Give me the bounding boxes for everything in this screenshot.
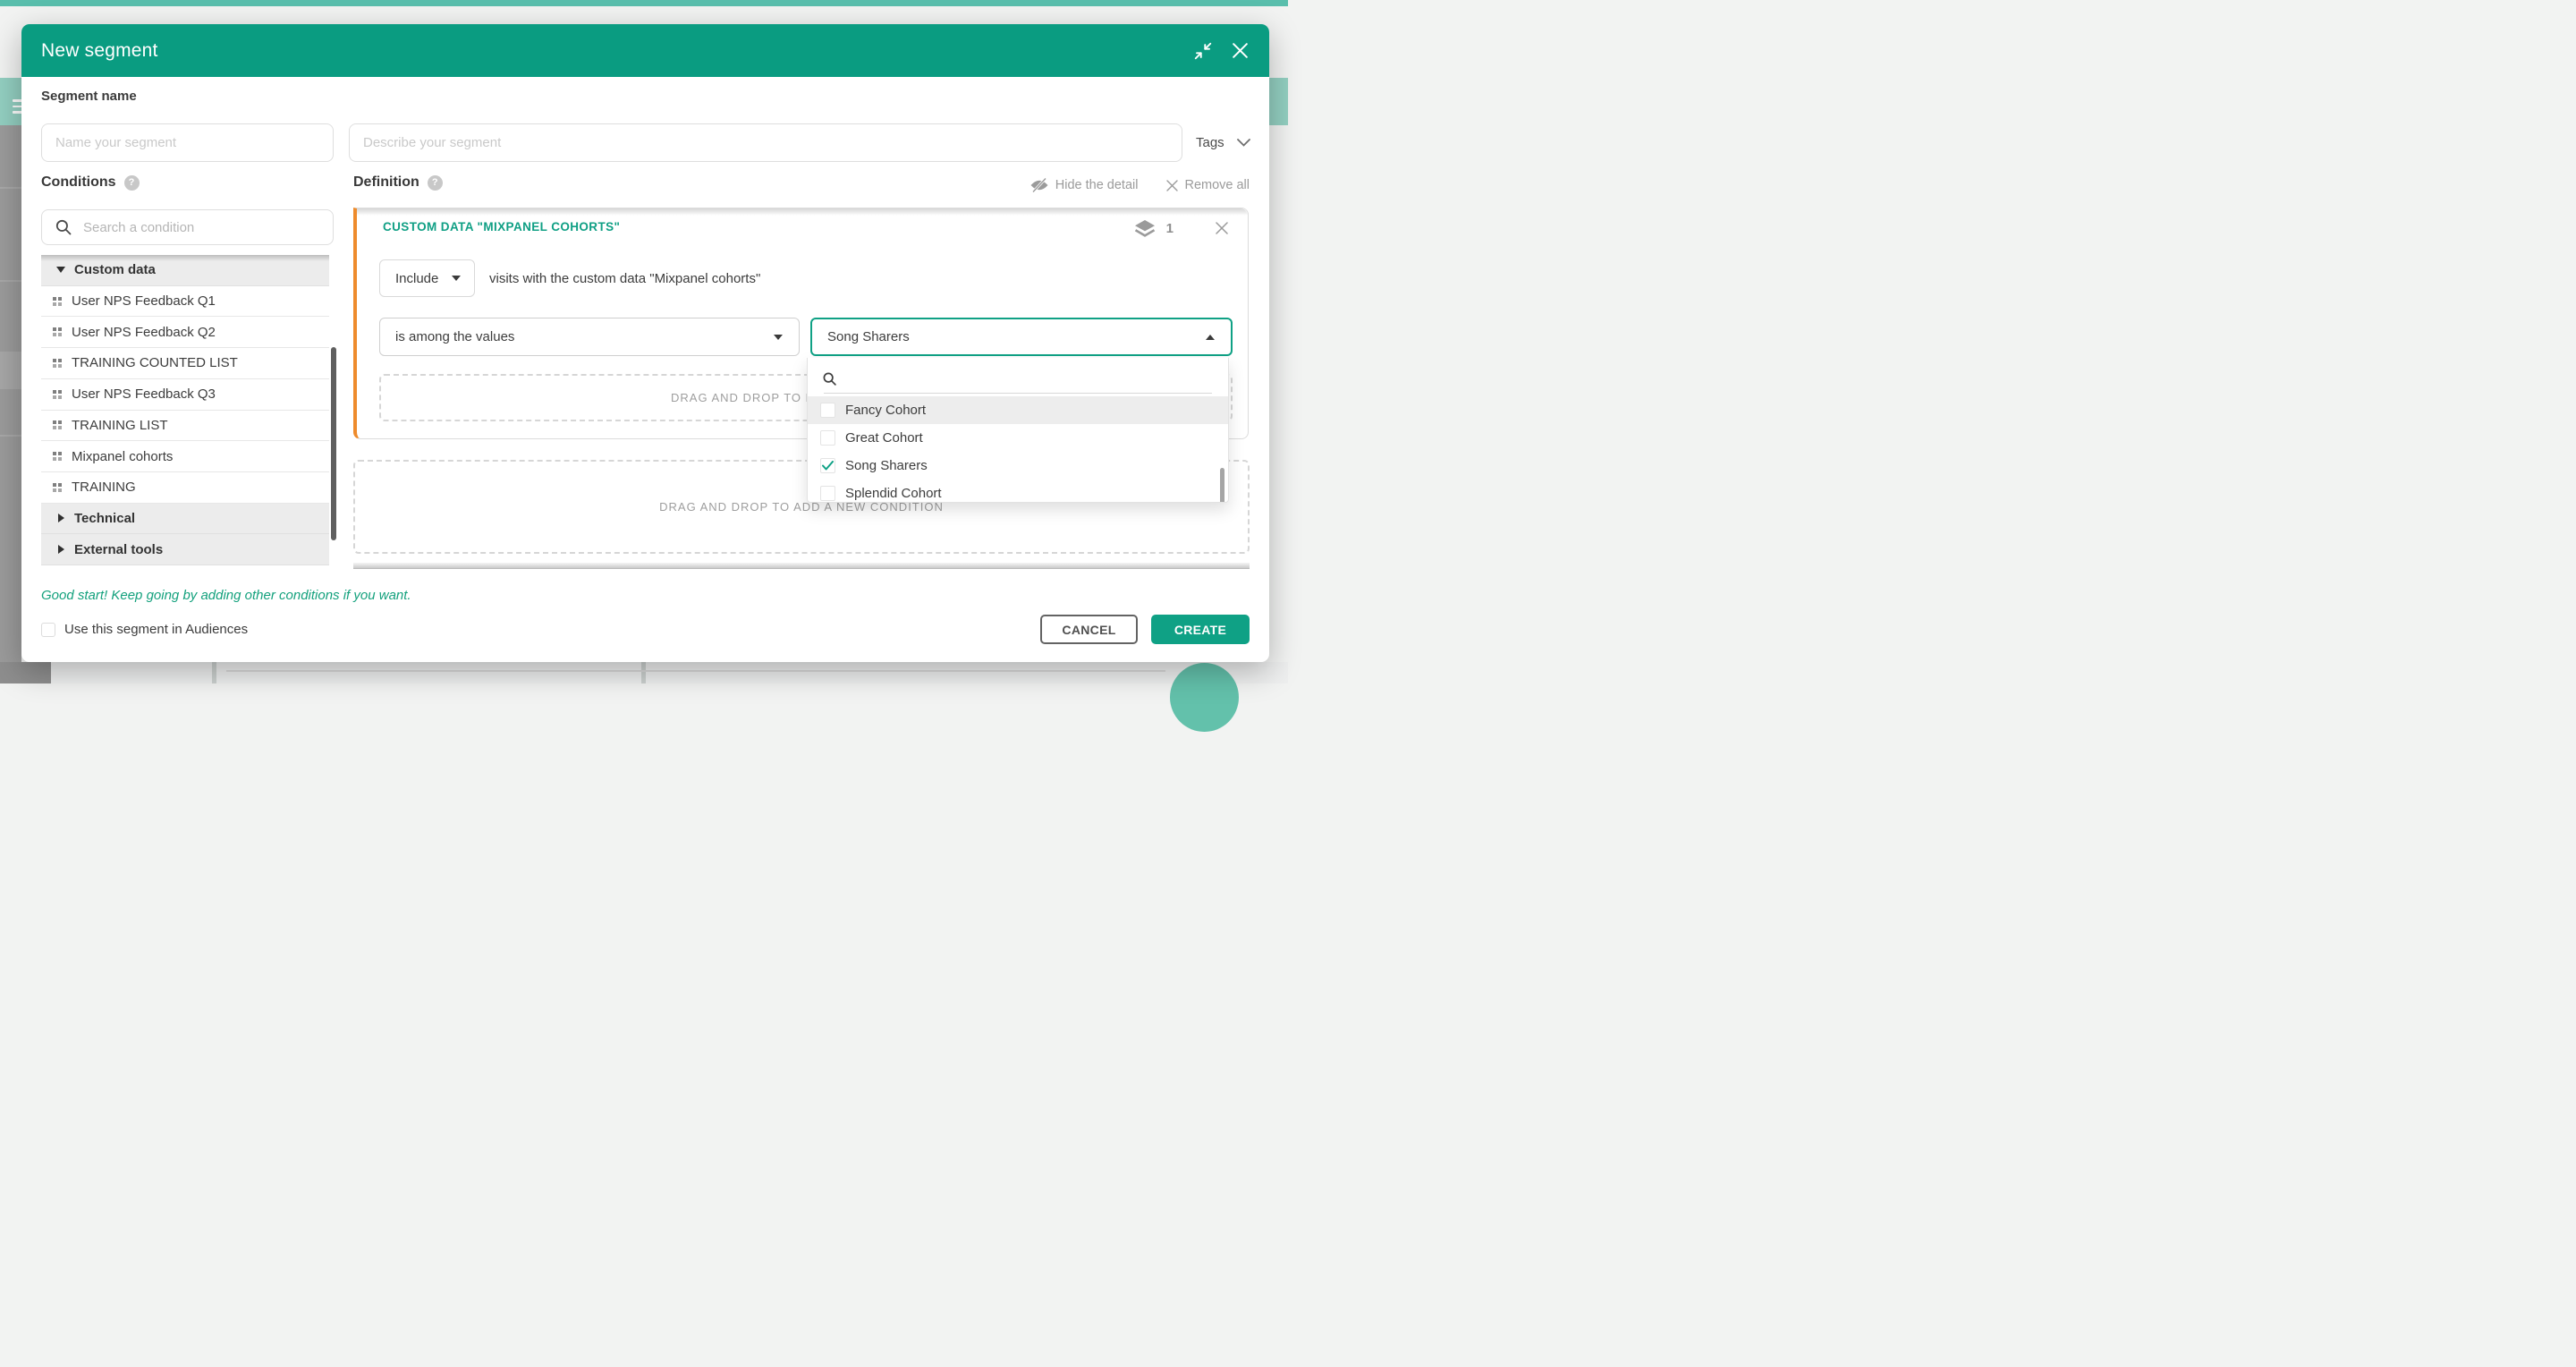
dropdown-option[interactable]: Great Cohort <box>808 424 1228 452</box>
dropdown-search-input[interactable] <box>846 370 1207 386</box>
condition-item[interactable]: TRAINING COUNTED LIST <box>41 348 329 379</box>
help-fab-button[interactable] <box>1170 663 1239 732</box>
new-segment-modal: New segment Segment name Tags Conditions <box>21 24 1269 662</box>
segment-name-input[interactable] <box>41 123 334 162</box>
page-sidebar <box>0 125 21 684</box>
triangle-right-icon <box>55 545 66 554</box>
condition-item[interactable]: Mixpanel cohorts <box>41 441 329 472</box>
layers-icon <box>1134 219 1156 237</box>
drag-handle-icon[interactable] <box>53 359 62 368</box>
drag-handle-icon[interactable] <box>53 420 62 429</box>
checkbox-unchecked-icon[interactable] <box>41 623 55 637</box>
conditions-heading: Conditions <box>41 174 116 191</box>
condition-sentence: visits with the custom data "Mixpanel co… <box>489 259 760 297</box>
definition-heading-row: Definition ? <box>353 174 443 191</box>
caret-down-icon <box>452 276 461 281</box>
remove-all-x-icon[interactable] <box>1166 180 1178 191</box>
dropdown-scrollbar[interactable] <box>1220 468 1224 503</box>
search-icon <box>822 371 837 386</box>
remove-condition-icon[interactable] <box>1215 221 1229 235</box>
values-dropdown-panel: Fancy Cohort Great Cohort Song Sharers S… <box>807 358 1229 503</box>
page-top-bar <box>0 0 1288 6</box>
condition-list-scrollbar[interactable] <box>331 347 336 540</box>
audiences-checkbox-row[interactable]: Use this segment in Audiences <box>41 622 248 637</box>
hint-text: Good start! Keep going by adding other c… <box>41 588 411 603</box>
condition-search-box <box>41 209 334 245</box>
values-select[interactable]: Song Sharers <box>810 318 1233 356</box>
create-button[interactable]: CREATE <box>1151 615 1250 644</box>
sidebar-divider <box>0 187 21 189</box>
definition-horizontal-scrollbar[interactable] <box>353 563 1250 569</box>
help-icon[interactable]: ? <box>428 175 443 191</box>
definition-heading: Definition <box>353 174 419 191</box>
checkbox-unchecked-icon[interactable] <box>820 486 835 501</box>
condition-item[interactable]: User NPS Feedback Q3 <box>41 379 329 411</box>
dropdown-search-box <box>822 367 1207 390</box>
dropdown-option[interactable]: Fancy Cohort <box>808 396 1228 424</box>
close-icon[interactable] <box>1231 41 1250 60</box>
condition-list: Custom data User NPS Feedback Q1 User NP… <box>41 255 329 565</box>
drag-handle-icon[interactable] <box>53 390 62 399</box>
dropdown-divider <box>824 393 1212 394</box>
include-dropdown[interactable]: Include <box>379 259 475 297</box>
screen: { "colors": { "accent_teal": "#0a9c81", … <box>0 0 1288 684</box>
condition-item[interactable]: TRAINING <box>41 472 329 504</box>
dropdown-option[interactable]: Song Sharers <box>808 452 1228 480</box>
checkbox-checked-icon[interactable] <box>820 458 835 473</box>
condition-group-technical[interactable]: Technical <box>41 504 329 535</box>
modal-header: New segment <box>21 24 1269 77</box>
caret-up-icon <box>1206 335 1215 340</box>
triangle-right-icon <box>55 514 66 522</box>
checkbox-unchecked-icon[interactable] <box>820 403 835 418</box>
segment-name-label: Segment name <box>41 89 137 104</box>
search-icon <box>55 218 72 236</box>
drag-handle-icon[interactable] <box>53 327 62 336</box>
modal-title: New segment <box>41 24 158 77</box>
help-icon[interactable]: ? <box>124 175 140 191</box>
card-scroll-shadow <box>357 208 1248 216</box>
sidebar-selected-item <box>0 352 21 389</box>
tags-dropdown[interactable]: Tags <box>1196 123 1250 162</box>
condition-item[interactable]: User NPS Feedback Q1 <box>41 286 329 318</box>
minimize-icon[interactable] <box>1193 41 1213 61</box>
caret-down-icon <box>774 335 783 340</box>
page-panel-line <box>226 670 1165 672</box>
sidebar-divider <box>0 280 21 282</box>
checkbox-unchecked-icon[interactable] <box>820 430 835 446</box>
audiences-label: Use this segment in Audiences <box>64 622 248 637</box>
include-label: Include <box>395 271 438 286</box>
drag-handle-icon[interactable] <box>53 483 62 492</box>
hide-detail-eye-icon[interactable] <box>1030 178 1049 192</box>
page-panel-divider <box>641 662 646 684</box>
conditions-heading-row: Conditions ? <box>41 174 140 191</box>
dropdown-option[interactable]: Splendid Cohort <box>808 480 1228 503</box>
segment-description-input[interactable] <box>349 123 1182 162</box>
drag-handle-icon[interactable] <box>53 297 62 306</box>
operator-select[interactable]: is among the values <box>379 318 800 356</box>
cancel-button[interactable]: CANCEL <box>1040 615 1138 644</box>
condition-item[interactable]: TRAINING LIST <box>41 411 329 442</box>
triangle-down-icon <box>55 267 66 273</box>
condition-group-custom-data[interactable]: Custom data <box>41 255 329 286</box>
drag-handle-icon[interactable] <box>53 452 62 461</box>
condition-item[interactable]: User NPS Feedback Q2 <box>41 317 329 348</box>
layer-count: 1 <box>1166 221 1174 236</box>
page-panel-divider <box>212 662 216 684</box>
sidebar-divider <box>0 435 21 437</box>
hide-detail-label[interactable]: Hide the detail <box>1055 178 1139 192</box>
condition-card-title: CUSTOM DATA "MIXPANEL COHORTS" <box>383 220 620 233</box>
condition-search-input[interactable] <box>81 219 333 236</box>
remove-all-label[interactable]: Remove all <box>1184 178 1250 192</box>
condition-group-external-tools[interactable]: External tools <box>41 534 329 565</box>
tags-label: Tags <box>1196 135 1224 150</box>
page-sidebar-bottom <box>0 662 51 684</box>
chevron-down-icon <box>1237 139 1250 147</box>
